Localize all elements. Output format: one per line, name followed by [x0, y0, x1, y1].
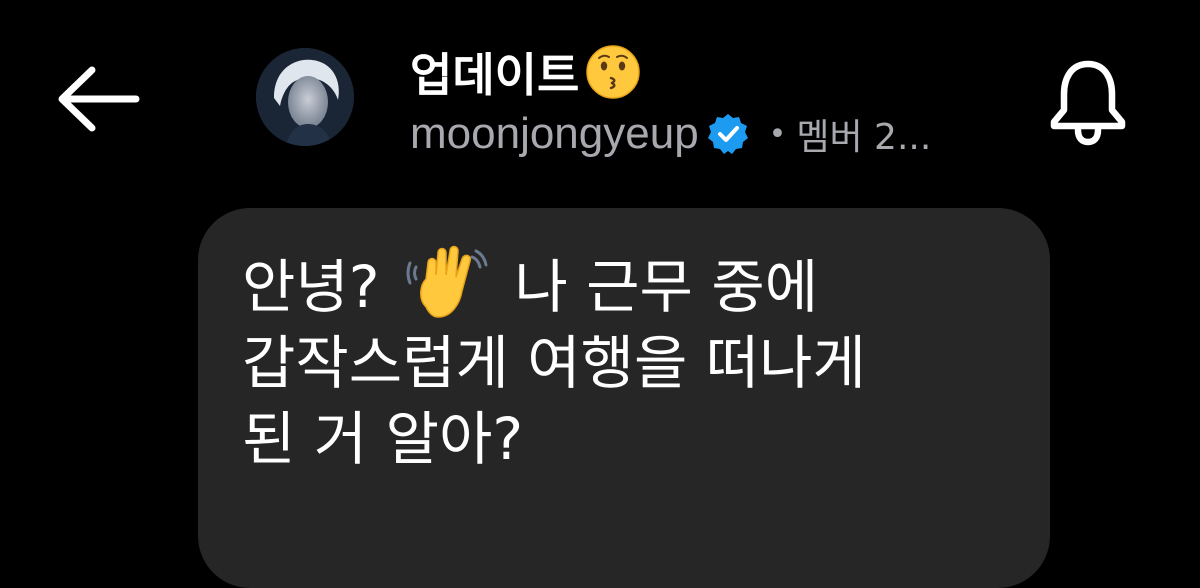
waving-hand-icon — [406, 245, 488, 318]
back-button[interactable] — [52, 62, 144, 136]
message-text: 안녕? 나 근무 중에 갑작스럽게 여행을 떠나게 된 거 알아? — [242, 245, 1002, 477]
channel-handle[interactable]: moonjongyeup — [410, 109, 699, 159]
channel-title-text: 업데이트 — [410, 48, 580, 102]
message-greeting: 안녕? — [242, 253, 380, 321]
separator-dot: • — [768, 116, 787, 152]
member-count: 멤버 2... — [796, 117, 932, 158]
avatar-image — [256, 48, 354, 146]
arrow-left-icon — [58, 66, 140, 132]
message-line-3: 된 거 알아? — [242, 405, 524, 473]
message-line-2: 갑작스럽게 여행을 떠나게 — [242, 329, 866, 397]
channel-avatar[interactable] — [256, 48, 354, 146]
message-line-1: 안녕? 나 근무 중에 — [242, 245, 1002, 325]
verified-badge-icon — [707, 114, 748, 154]
message-phrase: 나 근무 중에 — [514, 253, 819, 321]
channel-subline: moonjongyeup • 멤버 2... — [410, 106, 931, 162]
notification-bell-button[interactable] — [1046, 56, 1130, 146]
bell-icon — [1050, 60, 1126, 146]
channel-title: 업데이트 — [410, 40, 641, 104]
kissing-face-icon — [586, 45, 641, 99]
